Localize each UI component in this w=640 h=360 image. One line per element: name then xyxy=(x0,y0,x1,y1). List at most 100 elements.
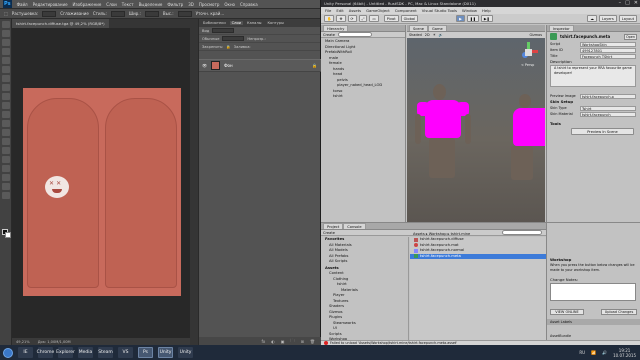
ps-menu-layers[interactable]: Слои xyxy=(106,2,116,7)
stamp-tool-icon[interactable] xyxy=(1,93,10,100)
ps-menu-file[interactable]: Файл xyxy=(17,2,28,7)
hierarchy-create-button[interactable]: Create xyxy=(323,33,335,37)
start-button[interactable] xyxy=(3,347,13,358)
ps-menu-3d[interactable]: 3D xyxy=(188,2,194,7)
tab-game[interactable]: Game xyxy=(427,25,447,31)
lighting-icon[interactable]: ☀ xyxy=(433,33,436,37)
fx-icon[interactable]: fx xyxy=(262,339,266,344)
tab-scene[interactable]: Scene xyxy=(409,25,428,31)
scene-viewport[interactable]: < Persp xyxy=(407,38,545,222)
hand-tool-icon[interactable] xyxy=(1,183,10,190)
layer-background[interactable]: 👁 Фон 🔒 xyxy=(199,59,321,72)
taskbar-media-icon[interactable]: Media xyxy=(78,347,93,358)
u-menu-file[interactable]: File xyxy=(325,8,331,13)
lock-icon[interactable]: 🔒 xyxy=(226,45,230,49)
field-value[interactable]: 499127801 xyxy=(580,47,636,53)
dodge-tool-icon[interactable] xyxy=(1,138,10,145)
taskbar-photoshop-icon[interactable]: Ps xyxy=(138,347,153,358)
blend-mode-select[interactable]: Обычные xyxy=(202,37,219,41)
project-create-button[interactable]: Create xyxy=(323,231,335,235)
move-tool-icon[interactable] xyxy=(1,21,10,28)
taskbar-unity-icon[interactable]: Unity xyxy=(158,347,173,358)
taskbar-unity2-icon[interactable]: Unity xyxy=(178,347,193,358)
folder-icon[interactable]: 🗀 xyxy=(291,338,295,345)
taskbar-steam-icon[interactable]: Steam xyxy=(98,347,113,358)
favorite-item[interactable]: All Scripts xyxy=(321,259,408,265)
marquee-tool-icon[interactable]: ⬚ xyxy=(4,11,8,16)
breadcrumb-path[interactable]: Assets ▸ Workshop ▸ tshirt.mine xyxy=(413,232,470,236)
file-item-selected[interactable]: tshirt.facepunch.meta xyxy=(410,253,546,259)
tab-libraries[interactable]: Библиотеки xyxy=(201,21,228,25)
ps-menu-image[interactable]: Изображение xyxy=(73,2,102,7)
u-menu-vstools[interactable]: Visual Studio Tools xyxy=(422,8,457,13)
hierarchy-item[interactable]: tshirt xyxy=(321,94,405,100)
u-menu-edit[interactable]: Edit xyxy=(336,8,343,13)
maximize-icon[interactable]: □ xyxy=(625,0,630,7)
texture-document[interactable]: ✕ ✕ xyxy=(23,88,181,296)
minimize-icon[interactable]: – xyxy=(619,0,622,7)
tab-hierarchy[interactable]: Hierarchy xyxy=(323,25,349,31)
tab-console[interactable]: Console xyxy=(343,223,366,229)
asset-labels-label[interactable]: Asset Labels xyxy=(550,320,572,324)
feather-input[interactable] xyxy=(42,10,57,17)
field-value[interactable]: tshirt.facepunch xyxy=(580,111,636,117)
ps-menu-window[interactable]: Окно xyxy=(224,2,235,7)
ps-menu-help[interactable]: Справка xyxy=(240,2,258,7)
view-online-button[interactable]: VIEW ONLINE xyxy=(550,309,584,315)
background-color-swatch[interactable] xyxy=(5,232,11,238)
marquee-tool-icon[interactable] xyxy=(1,30,10,37)
global-toggle[interactable]: Global xyxy=(400,15,419,22)
antialias-checkbox[interactable]: Сглаживание xyxy=(60,11,89,16)
upload-changes-button[interactable]: Upload Changes xyxy=(601,309,637,315)
zoom-level[interactable]: 49,21% xyxy=(16,340,30,344)
field-value[interactable]: tshirt.facepunch.p xyxy=(580,93,636,99)
tray-clock[interactable]: 19:21 10.07.2015 xyxy=(613,348,636,358)
tab-channels[interactable]: Каналы xyxy=(245,21,263,25)
taskbar-chrome-icon[interactable]: Chrome xyxy=(37,347,54,358)
width-input[interactable] xyxy=(144,10,159,17)
persp-label[interactable]: < Persp xyxy=(521,63,534,67)
taskbar-vs-icon[interactable]: VS xyxy=(118,347,133,358)
gradient-tool-icon[interactable] xyxy=(1,120,10,127)
audio-icon[interactable]: 🔊 xyxy=(439,33,443,37)
pivot-toggle[interactable]: Pivot xyxy=(383,15,399,22)
field-value[interactable]: WorkshopSkin xyxy=(580,41,636,47)
eye-icon[interactable]: 👁 xyxy=(202,63,207,68)
ps-menu-select[interactable]: Выделение xyxy=(139,2,163,7)
taskbar-ie-icon[interactable]: IE xyxy=(18,347,33,358)
description-textarea[interactable]: A tshirt to represent your RRA favourite… xyxy=(550,65,636,87)
preview-in-scene-button[interactable]: Preview In Scene xyxy=(571,128,634,135)
tab-layers[interactable]: Слои xyxy=(229,21,244,25)
network-icon[interactable]: 📶 xyxy=(591,350,596,355)
history-brush-tool-icon[interactable] xyxy=(1,102,10,109)
crop-tool-icon[interactable] xyxy=(1,57,10,64)
ps-menu-view[interactable]: Просмотр xyxy=(199,2,220,7)
ps-menu-filter[interactable]: Фильтр xyxy=(167,2,183,7)
move-tool-button[interactable]: ✥ xyxy=(336,15,346,22)
filter-kind-label[interactable]: Вид xyxy=(202,29,209,33)
tab-project[interactable]: Project xyxy=(323,223,344,229)
gizmos-dropdown[interactable]: Gizmos xyxy=(530,33,543,37)
trash-icon[interactable]: 🗑 xyxy=(310,339,315,344)
refine-edge-button[interactable]: Уточн. край... xyxy=(196,11,225,16)
blend-mode-box[interactable] xyxy=(222,36,245,41)
rotate-tool-button[interactable]: ⟳ xyxy=(347,15,357,22)
step-button[interactable]: ▶❚ xyxy=(480,15,493,22)
asset-bundle-label[interactable]: AssetBundle xyxy=(550,334,571,338)
rect-tool-button[interactable]: ▭ xyxy=(369,15,379,22)
new-layer-icon[interactable]: ⊞ xyxy=(301,339,304,344)
play-button[interactable]: ▶ xyxy=(456,15,465,22)
taskbar-explorer-icon[interactable]: Explorer xyxy=(56,347,75,358)
field-value[interactable]: Tshirt xyxy=(580,105,636,111)
u-menu-help[interactable]: Help xyxy=(482,8,491,13)
eraser-tool-icon[interactable] xyxy=(1,111,10,118)
shading-mode-select[interactable]: Shaded xyxy=(409,33,422,37)
shape-tool-icon[interactable] xyxy=(1,174,10,181)
layout-dropdown[interactable]: Layout xyxy=(618,15,637,22)
blur-tool-icon[interactable] xyxy=(1,129,10,136)
u-menu-window[interactable]: Window xyxy=(462,8,477,13)
2d-toggle[interactable]: 2D xyxy=(425,33,430,37)
u-menu-component[interactable]: Component xyxy=(395,8,417,13)
ps-menu-edit[interactable]: Редактирование xyxy=(33,2,68,7)
inspector-open-button[interactable]: Open xyxy=(623,33,637,40)
